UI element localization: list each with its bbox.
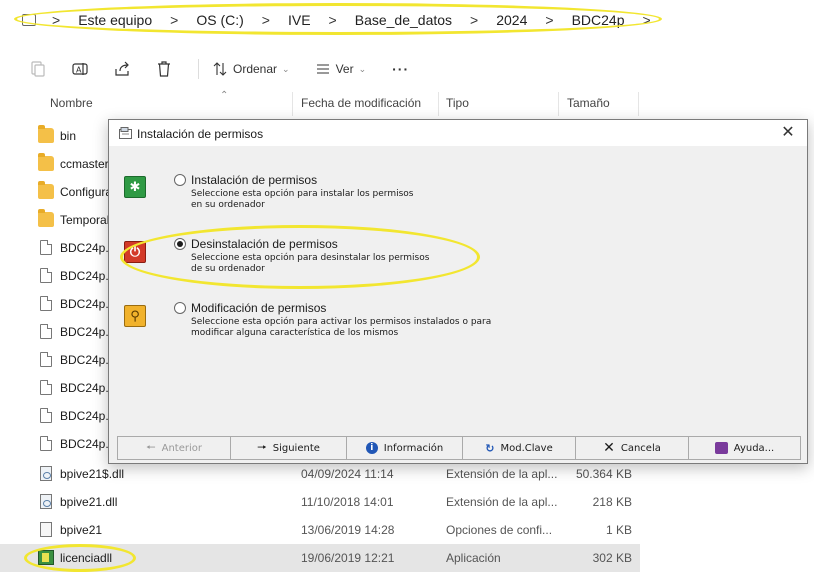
command-bar: A Ordenar ⌄ Ver ⌄ ··· [0, 52, 814, 86]
arrow-right-icon: 🠖 [257, 440, 267, 454]
dll-file-icon [40, 466, 52, 481]
column-divider[interactable] [638, 92, 639, 116]
close-icon[interactable]: ✕ [777, 123, 799, 143]
list-item[interactable]: bpive21 13/06/2019 14:28 Opciones de con… [0, 516, 640, 544]
column-headers: Nombre ⌃ Fecha de modificación Tipo Tama… [0, 90, 814, 116]
option-install-desc: en su ordenador [191, 200, 265, 210]
breadcrumb-item-base-de-datos[interactable]: Base_de_datos [355, 12, 452, 28]
folder-icon [38, 153, 54, 171]
sort-icon [213, 62, 227, 76]
chevron-down-icon: ⌄ [282, 63, 290, 74]
list-item-selected[interactable]: licenciadll 19/06/2019 12:21 Aplicación … [0, 544, 640, 572]
permissions-dialog: Instalación de permisos ✕ ✱ Instalación … [108, 119, 808, 464]
uninstall-icon: ⏻ [124, 241, 146, 263]
dialog-titlebar[interactable]: Instalación de permisos ✕ [109, 120, 807, 146]
column-header-type[interactable]: Tipo [446, 96, 469, 110]
option-uninstall-desc: de su ordenador [191, 264, 265, 274]
chevron-right-icon[interactable]: > [52, 12, 60, 28]
chevron-down-icon: ⌄ [358, 63, 367, 74]
file-icon [40, 268, 52, 283]
file-icon [40, 240, 52, 255]
folder-icon [38, 125, 54, 143]
chevron-right-icon[interactable]: > [170, 12, 178, 28]
file-icon [40, 352, 52, 367]
view-label: Ver [335, 62, 354, 76]
svg-text:A: A [76, 66, 82, 75]
breadcrumb-item-bdc24p[interactable]: BDC24p [572, 12, 625, 28]
help-book-icon [714, 442, 728, 454]
modclave-button[interactable]: ↻ Mod.Clave [462, 436, 575, 460]
option-install-desc: Seleccione esta opción para instalar los… [191, 189, 414, 199]
column-divider[interactable] [438, 92, 439, 116]
sort-label: Ordenar [233, 62, 278, 76]
option-modify-desc: modificar alguna característica de los m… [191, 328, 399, 338]
view-button[interactable]: Ver ⌄ [316, 62, 367, 76]
copy-icon[interactable] [30, 61, 46, 77]
dialog-app-icon [119, 127, 132, 139]
delete-icon[interactable] [156, 61, 172, 77]
key-icon: ⚲ [124, 305, 146, 327]
next-button[interactable]: 🠖 Siguiente [230, 436, 346, 460]
info-icon: i [365, 442, 378, 454]
chevron-right-icon[interactable]: > [545, 12, 553, 28]
file-icon [40, 324, 52, 339]
sort-button[interactable]: Ordenar ⌄ [213, 62, 290, 76]
option-modify-label[interactable]: Modificación de permisos [191, 301, 326, 315]
chevron-right-icon[interactable]: > [470, 12, 478, 28]
breadcrumb-item-este-equipo[interactable]: Este equipo [78, 12, 152, 28]
rename-icon[interactable]: A [72, 61, 88, 77]
breadcrumb-item-os-c[interactable]: OS (C:) [196, 12, 243, 28]
refresh-icon: ↻ [485, 441, 495, 455]
share-icon[interactable] [114, 61, 130, 77]
config-file-icon [40, 522, 52, 537]
column-header-date[interactable]: Fecha de modificación [301, 96, 421, 110]
list-item[interactable]: bpive21.dll 11/10/2018 14:01 Extensión d… [0, 488, 640, 516]
more-options-button[interactable]: ··· [392, 61, 409, 77]
chevron-right-icon[interactable]: > [262, 12, 270, 28]
file-icon [40, 380, 52, 395]
breadcrumb-item-ive[interactable]: IVE [288, 12, 311, 28]
help-button[interactable]: Ayuda... [688, 436, 801, 460]
radio-modify[interactable] [174, 302, 186, 314]
dialog-title: Instalación de permisos [137, 127, 264, 141]
option-uninstall-label[interactable]: Desinstalación de permisos [191, 237, 338, 251]
option-install-label[interactable]: Instalación de permisos [191, 173, 317, 187]
list-item[interactable]: bpive21$.dll 04/09/2024 11:14 Extensión … [0, 460, 640, 488]
file-icon [40, 436, 52, 451]
previous-button[interactable]: 🠔 Anterior [117, 436, 230, 460]
info-button[interactable]: i Información [346, 436, 462, 460]
arrow-left-icon: 🠔 [146, 440, 156, 454]
cancel-button[interactable]: ✕ Cancela [575, 436, 688, 460]
computer-icon[interactable] [22, 14, 36, 26]
install-icon: ✱ [124, 176, 146, 198]
dialog-button-bar: 🠔 Anterior 🠖 Siguiente i Información ↻ M… [117, 436, 801, 460]
sort-ascending-icon: ⌃ [220, 90, 229, 101]
radio-install[interactable] [174, 174, 186, 186]
file-icon [40, 408, 52, 423]
breadcrumb-item-2024[interactable]: 2024 [496, 12, 527, 28]
dll-file-icon [40, 494, 52, 509]
option-uninstall-desc: Seleccione esta opción para desinstalar … [191, 253, 430, 263]
radio-uninstall[interactable] [174, 238, 186, 250]
column-divider[interactable] [292, 92, 293, 116]
chevron-right-icon[interactable]: > [643, 12, 651, 28]
option-modify-desc: Seleccione esta opción para activar los … [191, 317, 492, 327]
toolbar-divider [198, 59, 199, 79]
cancel-x-icon: ✕ [603, 440, 615, 456]
folder-icon [38, 209, 54, 227]
folder-icon [38, 181, 54, 199]
column-header-size[interactable]: Tamaño [567, 96, 610, 110]
column-divider[interactable] [558, 92, 559, 116]
chevron-right-icon[interactable]: > [329, 12, 337, 28]
view-icon [316, 64, 329, 74]
app-icon [38, 550, 54, 565]
column-header-name[interactable]: Nombre [50, 96, 93, 110]
file-icon [40, 296, 52, 311]
breadcrumb: > Este equipo > OS (C:) > IVE > Base_de_… [0, 0, 814, 40]
